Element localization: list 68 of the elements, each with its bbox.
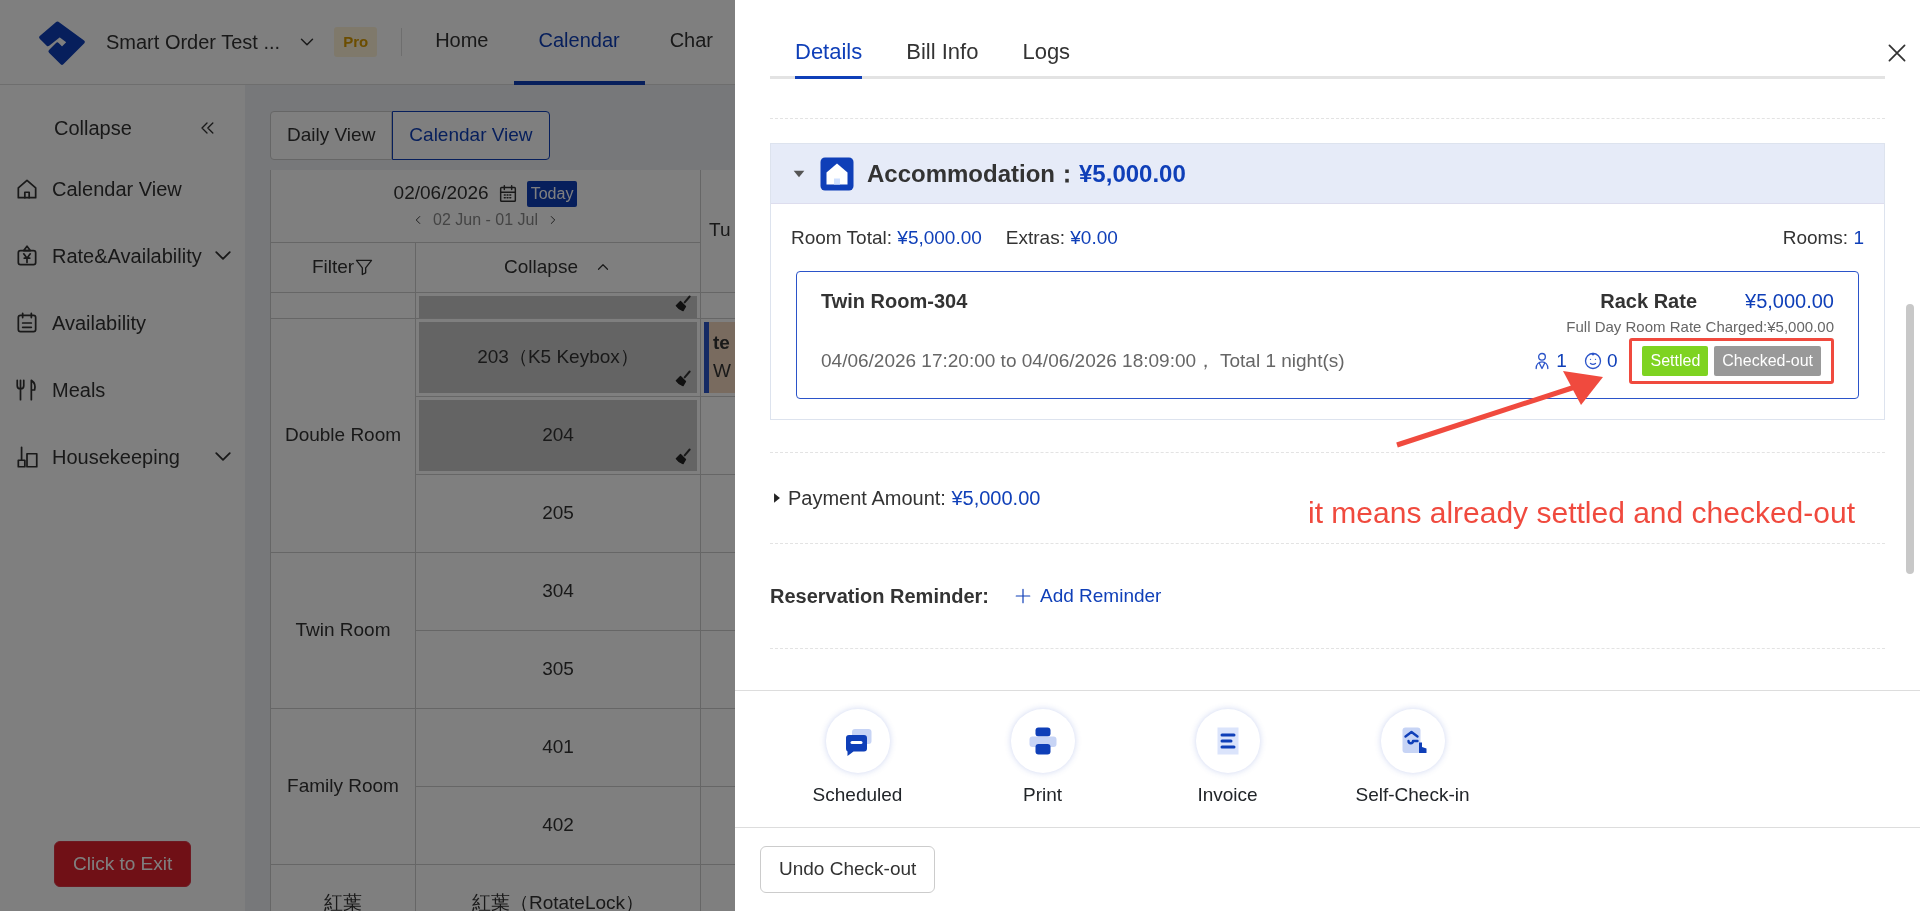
rate-note: Full Day Room Rate Charged:¥5,000.00 [1566, 316, 1834, 337]
action-button[interactable]: Invoice [1135, 709, 1320, 809]
sidebar-item[interactable]: Availability [0, 289, 245, 356]
date-range: 02 Jun - 01 Jul [433, 209, 538, 230]
plus-icon [1013, 587, 1032, 605]
chevron-down-icon [215, 251, 231, 260]
room-cell[interactable] [419, 295, 697, 318]
room-type: Double Room [284, 422, 402, 447]
broom-icon [673, 293, 693, 314]
sidebar-item[interactable]: Housekeeping [0, 423, 245, 490]
filter-label[interactable]: Filter [311, 252, 355, 282]
stay-card[interactable]: Twin Room-304 Rack Rate ¥5,000.00 Full Day Room Rate Charged:¥5,000.00 04/06/2026 17:20:00 to 04/06/2026 18:09:00， Total 1 night(s) 1 0 Settled Checked-out [796, 270, 1859, 399]
rate-amount: ¥5,000.00 [1745, 288, 1834, 314]
day-header: Tu [709, 218, 731, 243]
extras: Extras: ¥0.00 [1005, 226, 1118, 250]
status-badge: Checked-out [1714, 346, 1821, 376]
housekeeping-icon [14, 443, 40, 470]
sidebar-item[interactable]: Rate&Availability [0, 222, 245, 289]
rooms-count: Rooms: 1 [1782, 226, 1864, 250]
view-toggle[interactable]: Calendar View [392, 111, 550, 160]
collapse-label[interactable]: Collapse [504, 252, 578, 282]
room-cell[interactable]: 204 [419, 399, 697, 471]
child-count: 0 [1606, 348, 1618, 373]
adult-count: 1 [1556, 348, 1567, 373]
drawer-tab[interactable]: Details [795, 25, 863, 79]
today-button[interactable]: Today [526, 180, 578, 207]
scrollbar[interactable] [1906, 304, 1914, 574]
child-icon [1582, 351, 1603, 371]
section-title[interactable]: Accommodation：¥5,000.00 [867, 155, 1186, 192]
room-type: Twin Room [295, 617, 391, 642]
undo-checkout-button[interactable]: Undo Check-out [760, 846, 936, 893]
collapse-label[interactable]: Collapse [54, 113, 132, 143]
calendar-list-icon [14, 309, 40, 336]
rate-name: Rack Rate [1600, 288, 1697, 314]
plan-badge: Pro [334, 26, 378, 58]
drawer-tab[interactable]: Bill Info [906, 25, 979, 79]
view-toggle[interactable]: Daily View [270, 111, 393, 160]
room-type: Family Room [287, 773, 399, 798]
room-cell[interactable]: 203（K5 Keybox） [419, 321, 697, 393]
payment-amount[interactable]: Payment Amount: ¥5,000.00 [788, 483, 1041, 513]
nav-tab[interactable]: Home [410, 0, 514, 85]
broom-icon [673, 446, 693, 467]
room-type: 紅葉 [324, 890, 362, 911]
room-cell[interactable]: 402 [419, 789, 697, 861]
drawer-tab[interactable]: Logs [1022, 25, 1071, 79]
broom-icon [673, 368, 693, 389]
annotation-text: it means already settled and checked-out [1308, 494, 1855, 531]
action-button[interactable]: Scheduled [765, 709, 950, 809]
action-button[interactable]: Self-Check-in [1320, 709, 1505, 809]
chevron-down-icon [215, 452, 231, 461]
room-cell[interactable]: 401 [419, 711, 697, 783]
sidebar-item[interactable]: Calendar View [0, 155, 245, 222]
room-name: Twin Room-304 [821, 288, 968, 314]
house-icon [819, 155, 855, 192]
action-button[interactable]: Print [950, 709, 1135, 809]
hotel-name[interactable]: Smart Order Test ... [106, 27, 281, 57]
room-total: Room Total: ¥5,000.00 [791, 226, 982, 250]
add-reminder-link[interactable]: Add Reminder [1012, 580, 1163, 612]
room-cell[interactable]: 304 [419, 555, 697, 627]
status-badge: Settled [1642, 346, 1709, 376]
filter-icon[interactable] [354, 257, 375, 277]
room-cell[interactable]: 205 [419, 477, 697, 549]
date-label[interactable]: 02/06/2026 [393, 179, 489, 208]
reminder-label: Reservation Reminder: [770, 584, 989, 609]
room-cell[interactable]: 305 [419, 633, 697, 705]
sidebar-item[interactable]: Meals [0, 356, 245, 423]
exit-button[interactable]: Click to Exit [54, 840, 192, 887]
stay-period: 04/06/2026 17:20:00 to 04/06/2026 18:09:00， Total 1 night(s) [821, 348, 1345, 373]
